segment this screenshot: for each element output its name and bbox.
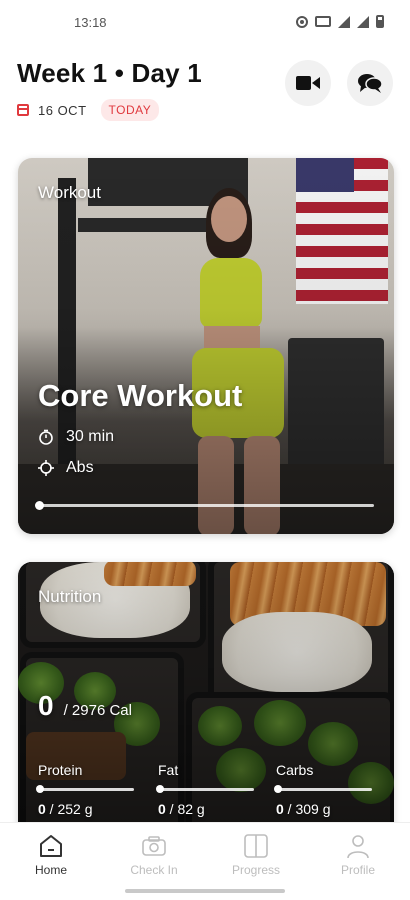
status-icons: [296, 15, 384, 28]
target-icon: [38, 460, 54, 476]
macro-progress-bar: [36, 785, 134, 793]
status-time: 13:18: [74, 15, 107, 30]
macro-current: 0: [276, 801, 284, 817]
nav-progress-label: Progress: [231, 863, 281, 877]
camera-icon: [142, 836, 166, 856]
nav-profile-label: Profile: [340, 863, 375, 877]
macro-progress-dot: [36, 785, 44, 793]
battery-icon: [376, 15, 384, 28]
macro-name: Fat: [158, 762, 179, 778]
macro-protein: Protein 0 / 252 g: [36, 762, 138, 817]
macro-progress-dot: [274, 785, 282, 793]
book-icon: [244, 834, 268, 858]
nutrition-card[interactable]: Nutrition 0 / 2976 Cal Protein 0 / 252 g…: [18, 562, 394, 842]
macro-progress-dot: [156, 785, 164, 793]
nutrition-label: Nutrition: [38, 587, 102, 606]
workout-photo-shade: [18, 158, 394, 534]
macro-current: 0: [158, 801, 166, 817]
macro-progress-bar: [274, 785, 372, 793]
date-text: 16 OCT: [38, 102, 87, 118]
person-icon: [347, 835, 369, 859]
workout-duration: 30 min: [38, 428, 114, 446]
calories-current: 0: [38, 690, 54, 721]
macro-carbs: Carbs 0 / 309 g: [274, 762, 376, 817]
signal-icon-2: [357, 15, 369, 28]
macro-name: Carbs: [276, 762, 314, 778]
signal-icon: [338, 15, 350, 28]
calendar-icon: [17, 104, 29, 116]
workout-progress-dot: [35, 501, 44, 510]
nav-home-label: Home: [34, 863, 67, 877]
macro-value: 0 / 252 g: [38, 801, 138, 817]
timer-icon: [39, 429, 53, 445]
macro-progress-bar: [156, 785, 254, 793]
header: Week 1 • Day 1 16 OCT TODAY: [17, 58, 202, 121]
macro-goal: / 309 g: [283, 801, 331, 817]
workout-title: Core Workout: [38, 378, 243, 413]
nav-profile[interactable]: Profile: [313, 833, 403, 877]
today-badge: TODAY: [100, 99, 160, 121]
nav-check-in[interactable]: Check In: [109, 833, 199, 877]
workout-progress-bar: [35, 501, 374, 510]
workout-card[interactable]: Workout Core Workout 30 min Abs: [18, 158, 394, 534]
calories-row: 0 / 2976 Cal: [38, 690, 132, 722]
video-camera-icon: [296, 76, 320, 90]
workout-duration-text: 30 min: [66, 428, 115, 445]
macro-goal: / 252 g: [45, 801, 93, 817]
status-bar: 13:18: [0, 0, 410, 44]
nfc-icon: [315, 16, 331, 27]
macro-name: Protein: [38, 762, 83, 778]
page-title: Week 1 • Day 1: [17, 58, 202, 88]
chat-button[interactable]: [347, 60, 393, 106]
date-row: 16 OCT TODAY: [17, 99, 202, 121]
video-call-button[interactable]: [285, 60, 331, 106]
workout-focus-text: Abs: [66, 459, 94, 476]
hotspot-icon: [296, 15, 308, 28]
macro-current: 0: [38, 801, 46, 817]
nav-check-in-label: Check In: [130, 863, 178, 877]
home-icon: [40, 835, 62, 857]
macro-goal: / 82 g: [165, 801, 205, 817]
chat-bubbles-icon: [358, 74, 383, 93]
macro-value: 0 / 309 g: [276, 801, 376, 817]
calories-goal: / 2976 Cal: [63, 702, 132, 719]
macro-fat: Fat 0 / 82 g: [156, 762, 258, 817]
workout-focus: Abs: [38, 459, 94, 477]
nav-progress[interactable]: Progress: [211, 833, 301, 877]
nav-home[interactable]: Home: [6, 833, 96, 877]
workout-label: Workout: [38, 183, 101, 202]
macro-value: 0 / 82 g: [158, 801, 258, 817]
home-indicator[interactable]: [125, 889, 285, 893]
